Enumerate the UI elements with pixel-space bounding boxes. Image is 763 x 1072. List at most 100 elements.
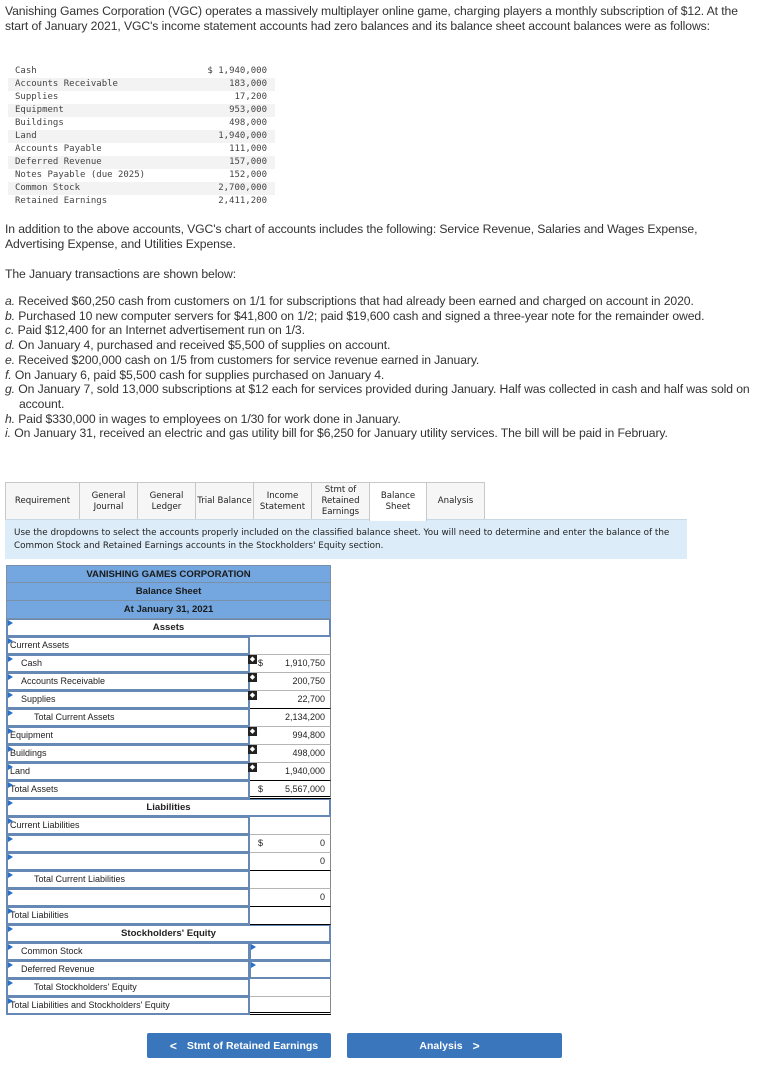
company-name: VANISHING GAMES CORPORATION [6, 565, 331, 583]
prev-stmt-retained-earnings-button[interactable]: < Stmt of Retained Earnings [147, 1033, 331, 1058]
table-row: Deferred Revenue 157,000 [8, 156, 275, 169]
dropdown-flag-icon [8, 998, 13, 1004]
table-row: Land 1,940,000 [8, 130, 275, 143]
tab-income-statement[interactable]: Income Statement [253, 482, 312, 520]
tab-general-journal[interactable]: General Journal [79, 482, 138, 520]
total-liabilities-value [250, 907, 331, 925]
common-stock-label-select[interactable]: Common Stock [6, 943, 250, 961]
dropdown-flag-icon [8, 692, 13, 698]
list-item: g. On January 7, sold 13,000 subscriptio… [5, 382, 750, 411]
dropdown-flag-icon [8, 674, 13, 680]
tab-requirement[interactable]: Requirement [5, 482, 80, 520]
statement-date: At January 31, 2021 [6, 601, 331, 619]
current-liability-2-value: 0 [250, 853, 331, 871]
requirement-tabs: Requirement General Journal General Ledg… [5, 482, 485, 521]
instructions-banner: Use the dropdowns to select the accounts… [5, 519, 687, 559]
current-liability-2-select[interactable] [6, 853, 250, 871]
dropdown-flag-icon [8, 710, 13, 716]
equipment-label-select[interactable]: Equipment [6, 727, 250, 745]
dropdown-flag-icon [8, 800, 13, 806]
total-assets-label[interactable]: Total Assets [6, 781, 250, 799]
edit-note-icon[interactable]: ◆ [248, 691, 257, 700]
transactions-intro: The January transactions are shown below… [5, 267, 236, 281]
cash-value: ◆ $1,910,750 [248, 655, 331, 673]
chart-of-accounts-note: In addition to the above accounts, VGC's… [5, 222, 698, 251]
stockholders-equity-heading[interactable]: Stockholders' Equity [6, 925, 331, 943]
dropdown-flag-icon [8, 746, 13, 752]
total-liabilities-equity-label[interactable]: Total Liabilities and Stockholders' Equi… [6, 997, 250, 1015]
problem-intro: Vanishing Games Corporation (VGC) operat… [5, 4, 738, 33]
deferred-revenue-input[interactable] [250, 961, 331, 979]
beginning-balances-table: Cash $ 1,940,000 Accounts Receivable 183,0… [8, 65, 275, 208]
table-row: Equipment 953,000 [8, 104, 275, 117]
total-liabilities-label[interactable]: Total Liabilities [6, 907, 250, 925]
current-liability-1-value: $0 [250, 835, 331, 853]
total-equity-label[interactable]: Total Stockholders' Equity [6, 979, 250, 997]
tab-general-ledger[interactable]: General Ledger [137, 482, 196, 520]
current-liabilities-label-select[interactable]: Current Liabilities [6, 817, 250, 835]
dropdown-flag-icon [8, 818, 13, 824]
transactions-list: a. Received $60,250 cash from customers … [5, 294, 757, 441]
noncurrent-liability-select[interactable] [6, 889, 250, 907]
common-stock-input[interactable] [250, 943, 331, 961]
list-item: h. Paid $330,000 in wages to employees o… [5, 411, 401, 426]
land-value: ◆ 1,940,000 [248, 763, 331, 781]
list-item: c. Paid $12,400 for an Internet advertis… [5, 323, 305, 338]
total-assets-value: $5,567,000 [250, 781, 331, 799]
dropdown-flag-icon [8, 890, 13, 896]
deferred-revenue-label-select[interactable]: Deferred Revenue [6, 961, 250, 979]
total-current-assets-label[interactable]: Total Current Assets [6, 709, 250, 727]
assets-heading[interactable]: Assets [6, 619, 331, 637]
equipment-value: ◆ 994,800 [248, 727, 331, 745]
table-row: Accounts Payable 111,000 [15, 144, 267, 154]
current-assets-label-select[interactable]: Current Assets [6, 637, 250, 655]
land-label-select[interactable]: Land [6, 763, 250, 781]
table-row: Notes Payable (due 2025) 152,000 [15, 170, 267, 180]
list-item: d. On January 4, purchased and received … [5, 338, 391, 353]
table-row: Accounts Receivable 183,000 [8, 78, 275, 91]
tab-balance-sheet[interactable]: Balance Sheet [369, 482, 427, 521]
total-current-liabilities-label[interactable]: Total Current Liabilities [6, 871, 250, 889]
noncurrent-liability-value: 0 [250, 889, 331, 907]
tab-trial-balance[interactable]: Trial Balance [195, 482, 254, 520]
buildings-label-select[interactable]: Buildings [6, 745, 250, 763]
input-flag-icon [251, 944, 256, 950]
current-liability-1-select[interactable] [6, 835, 250, 853]
edit-note-icon[interactable]: ◆ [248, 673, 257, 682]
total-current-assets-value: 2,134,200 [250, 709, 331, 727]
next-analysis-button[interactable]: Analysis > [347, 1033, 562, 1058]
total-liabilities-equity-value [250, 997, 331, 1015]
dropdown-flag-icon [8, 908, 13, 914]
edit-note-icon[interactable]: ◆ [248, 763, 257, 772]
dropdown-flag-icon [8, 944, 13, 950]
tab-stmt-retained-earnings[interactable]: Stmt of Retained Earnings [311, 482, 370, 520]
current-liabilities-value [250, 817, 331, 835]
dropdown-flag-icon [8, 728, 13, 734]
edit-note-icon[interactable]: ◆ [248, 655, 257, 664]
list-item: b. Purchased 10 new computer servers for… [5, 308, 705, 323]
liabilities-heading[interactable]: Liabilities [6, 799, 331, 817]
table-row: Retained Earnings 2,411,200 [15, 196, 267, 206]
accounts-receivable-label-select[interactable]: Accounts Receivable [6, 673, 250, 691]
table-row: Buildings 498,000 [15, 118, 267, 128]
edit-note-icon[interactable]: ◆ [248, 745, 257, 754]
supplies-label-select[interactable]: Supplies [6, 691, 250, 709]
dropdown-flag-icon [8, 854, 13, 860]
edit-note-icon[interactable]: ◆ [248, 727, 257, 736]
list-item: a. Received $60,250 cash from customers … [5, 294, 694, 308]
cash-label-select[interactable]: Cash [6, 655, 250, 673]
table-row: Cash $ 1,940,000 [15, 66, 267, 76]
dropdown-flag-icon [8, 872, 13, 878]
chevron-left-icon: < [169, 1038, 177, 1053]
current-assets-value [250, 637, 331, 655]
total-current-liabilities-value [250, 871, 331, 889]
statement-title: Balance Sheet [6, 583, 331, 601]
accounts-receivable-value: ◆ 200,750 [248, 673, 331, 691]
chevron-right-icon: > [472, 1038, 480, 1053]
table-row: Supplies 17,200 [15, 92, 267, 102]
list-item: e. Received $200,000 cash on 1/5 from cu… [5, 352, 480, 367]
list-item: i. On January 31, received an electric a… [5, 426, 668, 441]
dropdown-flag-icon [8, 980, 13, 986]
dropdown-flag-icon [8, 962, 13, 968]
tab-analysis[interactable]: Analysis [426, 482, 485, 520]
